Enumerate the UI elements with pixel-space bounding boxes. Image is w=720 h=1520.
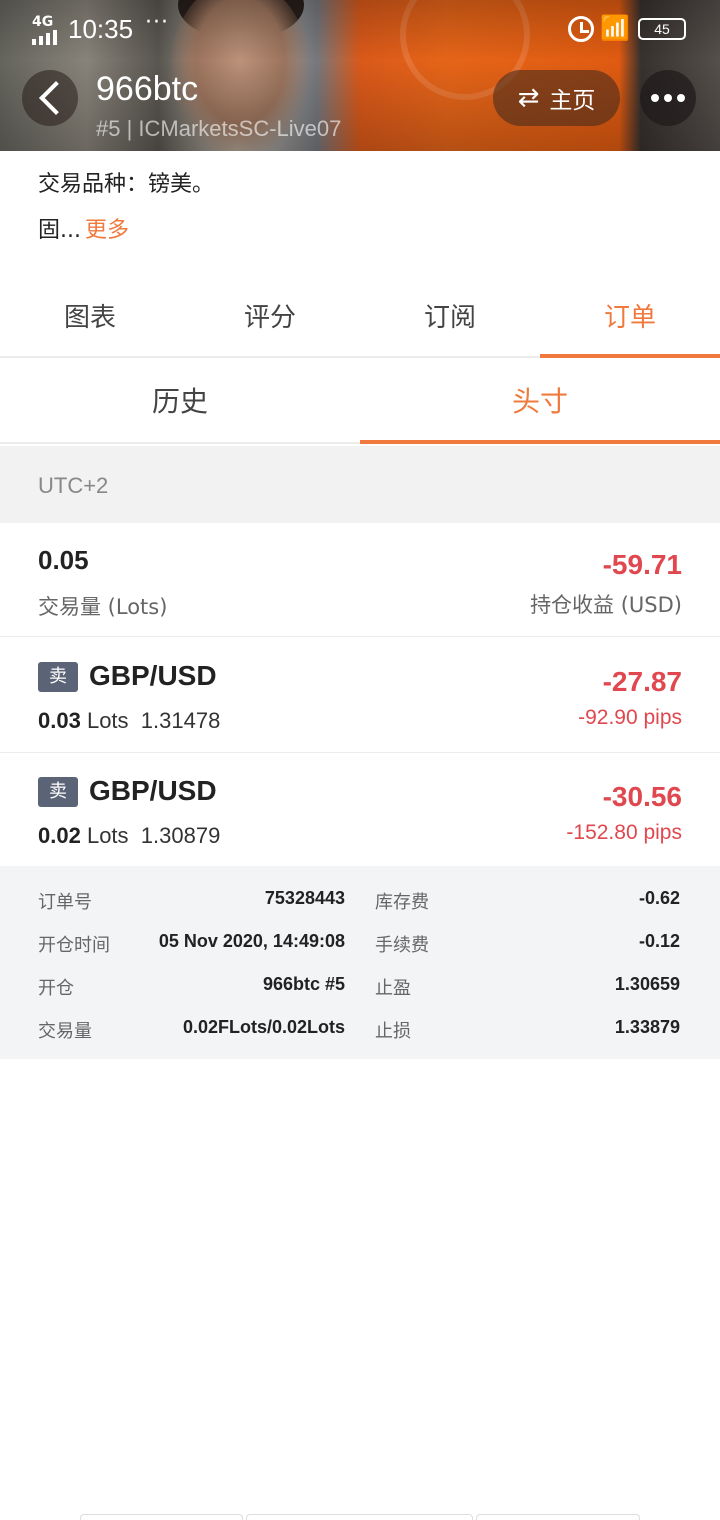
position-pnl: -27.87 [602,666,682,697]
show-more-link[interactable]: 更多 [85,218,129,243]
position-detail: 0.03 Lots 1.31478 [38,708,221,733]
timezone-label: UTC+2 [0,446,720,523]
position-pnl: -30.56 [602,781,682,812]
swap-icon: ⇄ [517,83,540,113]
commission-label: 手续费 [375,935,429,956]
position-pips: -152.80 pips [566,821,682,844]
more-options-button[interactable] [640,70,696,126]
battery-icon: 45 [638,18,686,40]
clock: 10:35 [68,14,134,44]
order-details-panel: 订单号 75328443 库存费 -0.62 开仓时间 05 Nov 2020,… [0,866,720,1059]
total-pnl-label: 持仓收益 (USD) [530,593,682,617]
network-type: 4G [32,14,54,30]
total-lots: 0.05 [38,545,89,575]
tab-chart[interactable]: 图表 [0,280,180,356]
profile-header: 4G 10:35 ··· 📶 45 966btc #5 | ICMarketsS… [0,0,720,151]
total-lots-label: 交易量 (Lots) [38,595,168,619]
order-number-value: 75328443 [264,888,345,908]
stop-loss-label: 止损 [375,1021,411,1042]
page-title: 966btc [96,70,199,108]
position-symbol: GBP/USD [89,660,217,691]
position-row[interactable]: 卖 GBP/USD 0.03 Lots 1.31478 -27.87 -92.9… [0,638,720,753]
opened-by-value: 966btc #5 [262,974,345,994]
bottom-bar-edge [0,1514,720,1520]
take-profit-value: 1.30659 [614,974,680,994]
swap-fee-value: -0.62 [638,888,680,908]
volume-value: 0.02FLots/0.02Lots [182,1017,345,1037]
account-subtitle: #5 | ICMarketsSC-Live07 [96,116,342,141]
position-symbol: GBP/USD [89,775,217,806]
strategy-description-truncated: 固... 更多 [38,218,129,243]
order-subtabs: 历史 头寸 [0,360,720,444]
back-button[interactable] [22,70,78,126]
detail-row: 订单号 75328443 库存费 -0.62 [0,888,720,931]
strategy-description: 交易品种：镑美。 [38,172,215,197]
subtab-positions[interactable]: 头寸 [360,360,720,444]
positions-summary: 0.05 交易量 (Lots) -59.71 持仓收益 (USD) [0,523,720,637]
detail-row: 交易量 0.02FLots/0.02Lots 止损 1.33879 [0,1017,720,1060]
open-time-value: 05 Nov 2020, 14:49:08 [158,931,345,951]
notification-dots: ··· [145,10,169,35]
commission-value: -0.12 [638,931,680,951]
status-bar: 4G 10:35 ··· 📶 45 [0,8,720,48]
take-profit-label: 止盈 [375,978,411,999]
detail-row: 开仓 966btc #5 止盈 1.30659 [0,974,720,1017]
opened-by-label: 开仓 [38,978,74,999]
main-tabs: 图表 评分 订阅 订单 [0,280,720,358]
sell-badge: 卖 [38,777,78,807]
alarm-icon [568,16,594,42]
volume-label: 交易量 [38,1021,92,1042]
swap-fee-label: 库存费 [375,892,429,913]
stop-loss-value: 1.33879 [614,1017,680,1037]
position-pips: -92.90 pips [578,706,682,729]
home-button-label: 主页 [549,88,596,114]
detail-row: 开仓时间 05 Nov 2020, 14:49:08 手续费 -0.12 [0,931,720,974]
tab-rating[interactable]: 评分 [180,280,360,356]
tab-orders[interactable]: 订单 [540,280,720,358]
order-number-label: 订单号 [38,892,92,913]
sell-badge: 卖 [38,662,78,692]
signal-icon [32,30,57,45]
open-time-label: 开仓时间 [38,935,110,956]
tab-subscribe[interactable]: 订阅 [360,280,540,356]
position-detail: 0.02 Lots 1.30879 [38,823,221,848]
wifi-icon: 📶 [600,14,630,42]
subtab-history[interactable]: 历史 [0,360,360,442]
home-button[interactable]: ⇄ 主页 [493,70,620,126]
total-pnl: -59.71 [602,549,682,580]
position-row[interactable]: 卖 GBP/USD 0.02 Lots 1.30879 -30.56 -152.… [0,753,720,868]
